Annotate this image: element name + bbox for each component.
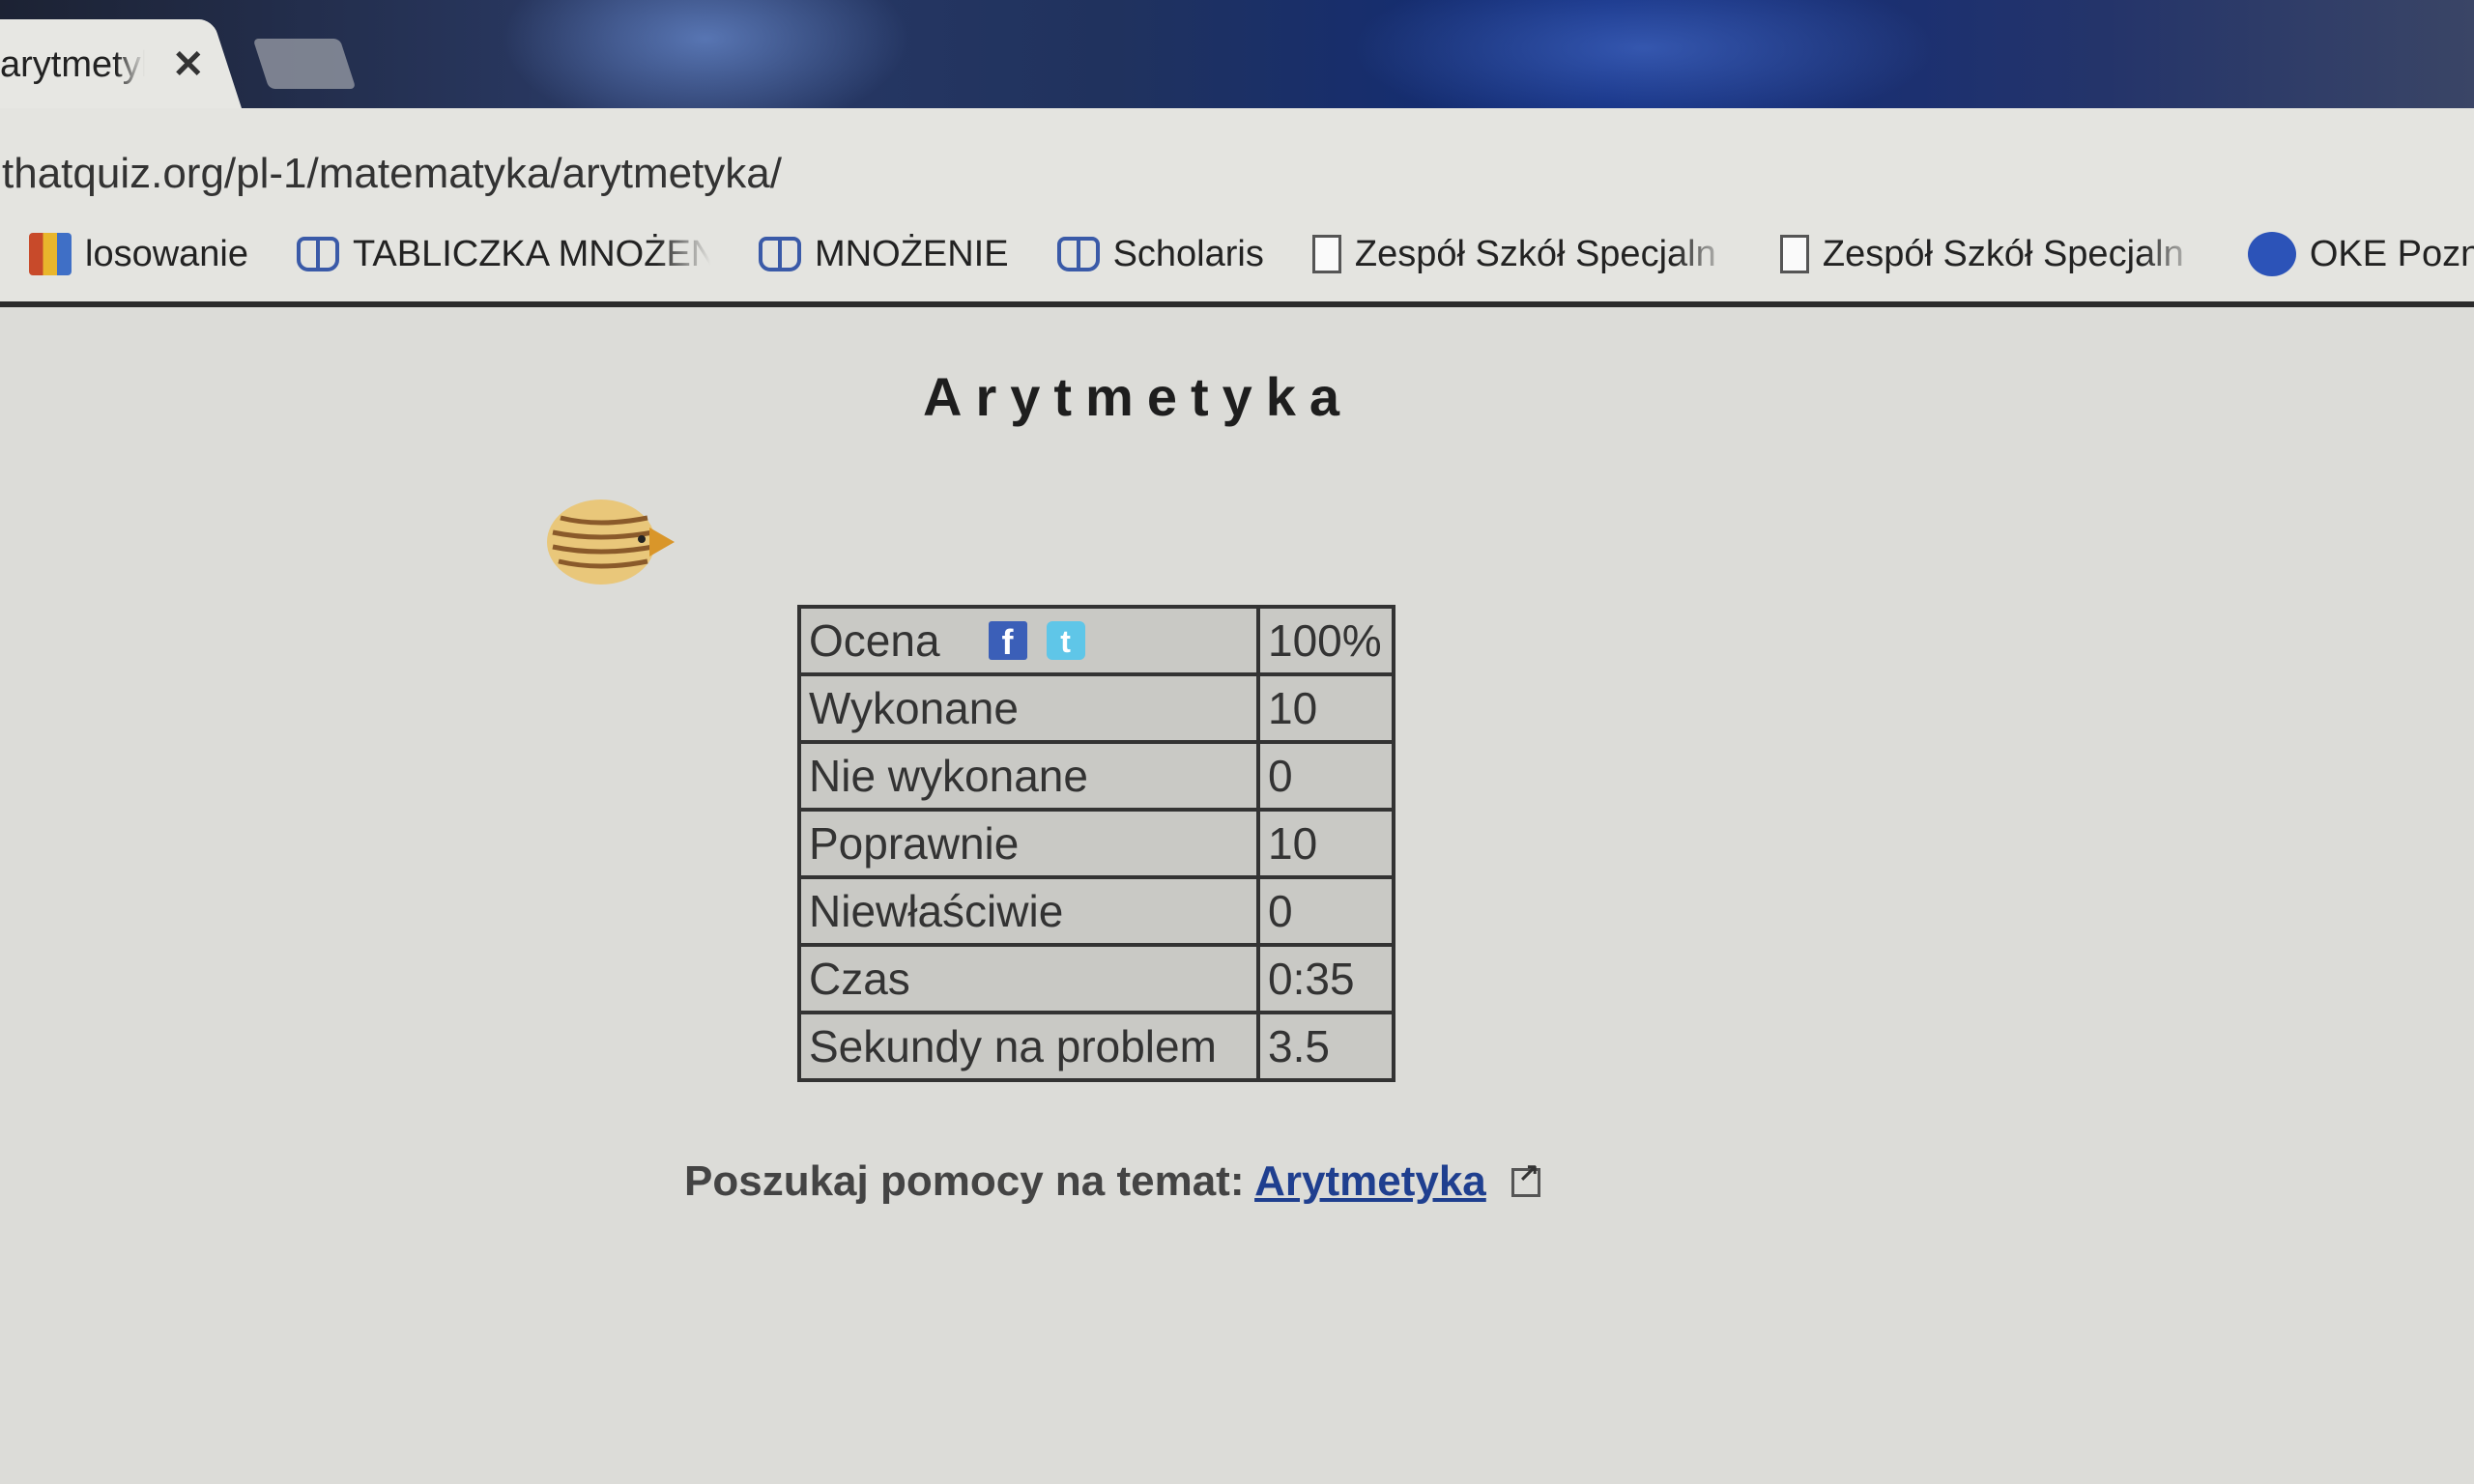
row-label: Wykonane	[797, 672, 1260, 744]
window-background-glow	[1353, 0, 1933, 108]
browser-toolbar: thatquiz.org/pl-1/matematyka/arytmetyka/…	[0, 108, 2474, 307]
external-link-icon[interactable]	[1511, 1157, 1540, 1197]
address-bar[interactable]: thatquiz.org/pl-1/matematyka/arytmetyka/	[0, 135, 2474, 213]
facebook-icon[interactable]: f	[988, 621, 1027, 662]
bookmark-zespol-2[interactable]: Zespół Szkół Specjaln	[1779, 233, 2200, 275]
bookmark-label: MNOŻENIE	[815, 233, 1009, 274]
row-label: Czas	[797, 943, 1260, 1014]
table-row: Wykonane 10	[797, 672, 1395, 744]
twitter-icon[interactable]: t	[1046, 621, 1085, 660]
table-row: Niewłaściwie 0	[797, 875, 1395, 947]
table-row: Sekundy na problem 3.5	[797, 1011, 1395, 1082]
row-label: Nie wykonane	[797, 740, 1260, 812]
bookmark-label: Scholaris	[1112, 233, 1264, 274]
help-prefix: Poszukaj pomocy na temat:	[684, 1157, 1245, 1205]
fish-icon	[547, 499, 675, 585]
tiles-icon	[29, 233, 72, 275]
oke-icon	[2247, 232, 2296, 276]
bookmark-tabliczka[interactable]: TABLICZKA MNOŻENI	[297, 234, 710, 275]
tab-strip: arytmetyka ✕	[0, 0, 2474, 108]
row-label: Ocena	[809, 615, 940, 666]
row-value: 10	[1256, 672, 1395, 744]
bookmark-label: TABLICZKA MNOŻENI	[353, 233, 710, 274]
table-row: Czas 0:35	[797, 943, 1395, 1014]
row-label: Sekundy na problem	[797, 1011, 1260, 1082]
new-tab-button[interactable]	[252, 39, 357, 89]
active-tab[interactable]: arytmetyka ✕	[0, 41, 222, 89]
row-value: 0:35	[1256, 943, 1395, 1014]
row-label: Poprawnie	[797, 808, 1260, 879]
bookmark-oke[interactable]: OKE Pozna	[2247, 232, 2474, 276]
help-line: Poszukaj pomocy na temat: Arytmetyka	[684, 1157, 1540, 1206]
page-icon	[1311, 235, 1341, 273]
bookmark-zespol-1[interactable]: Zespół Szkół Specjaln	[1311, 233, 1732, 275]
bookmarks-bar: losowanie TABLICZKA MNOŻENI MNOŻENIE Sch…	[29, 219, 2474, 289]
page-icon	[1779, 235, 1809, 273]
table-row: Nie wykonane 0	[797, 740, 1395, 812]
row-value: 100%	[1256, 605, 1395, 676]
bookmark-label: Zespół Szkół Specjaln	[1354, 233, 1716, 274]
window-background	[503, 0, 908, 108]
url-text[interactable]: thatquiz.org/pl-1/matematyka/arytmetyka/	[0, 150, 782, 198]
book-icon	[1056, 237, 1100, 271]
bookmark-scholaris[interactable]: Scholaris	[1056, 233, 1264, 275]
bookmark-label: Zespół Szkół Specjaln	[1822, 233, 2184, 274]
row-value: 0	[1256, 740, 1395, 812]
tab-title: arytmetyka	[0, 43, 145, 85]
row-value: 3.5	[1256, 1011, 1395, 1082]
table-row: Ocena f t 100%	[797, 605, 1395, 676]
book-icon	[759, 237, 801, 271]
row-label: Niewłaściwie	[797, 875, 1260, 947]
page-title: Arytmetyka	[923, 366, 1354, 427]
book-icon	[297, 237, 339, 271]
close-icon[interactable]: ✕	[172, 43, 205, 87]
page-content: Arytmetyka Ocena f t 100% Wykonane 10 Ni…	[0, 307, 2474, 1484]
row-value: 0	[1256, 875, 1395, 947]
bookmark-mnozenie[interactable]: MNOŻENIE	[759, 234, 1009, 275]
results-table: Ocena f t 100% Wykonane 10 Nie wykonane …	[797, 605, 1395, 1082]
bookmark-losowanie[interactable]: losowanie	[29, 233, 248, 275]
table-row: Poprawnie 10	[797, 808, 1395, 879]
help-link[interactable]: Arytmetyka	[1254, 1157, 1486, 1205]
bookmark-label: OKE Pozna	[2309, 233, 2474, 274]
row-value: 10	[1256, 808, 1395, 879]
results-label-cell: Ocena f t	[797, 605, 1260, 676]
bookmark-label: losowanie	[85, 233, 248, 274]
